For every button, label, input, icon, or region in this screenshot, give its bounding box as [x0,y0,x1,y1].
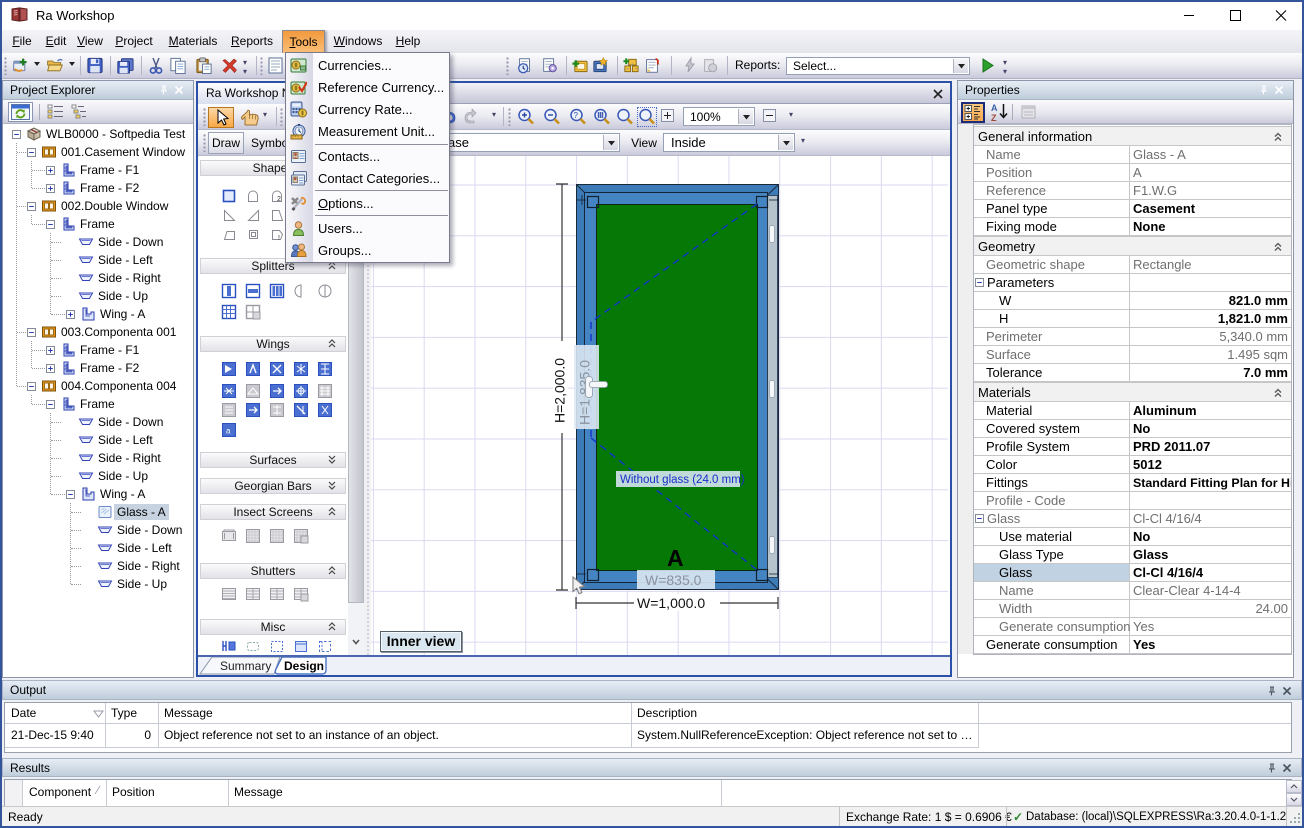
svg-text:2: 2 [277,196,281,203]
svg-text:Design: Design [284,659,324,673]
svg-text:!: ! [278,235,280,242]
svg-text:Summary: Summary [220,659,271,673]
svg-text:W=835.0: W=835.0 [645,572,702,588]
svg-text:?: ? [574,111,579,120]
svg-text:W=1,000.0: W=1,000.0 [637,595,705,611]
svg-text:H=2,000.0: H=2,000.0 [552,358,568,423]
svg-text:a: a [226,427,231,436]
svg-text:A: A [991,103,998,113]
svg-text:Without glass (24.0 mm): Without glass (24.0 mm) [620,474,745,486]
svg-text:Z: Z [991,113,997,122]
svg-text:A: A [667,545,684,571]
